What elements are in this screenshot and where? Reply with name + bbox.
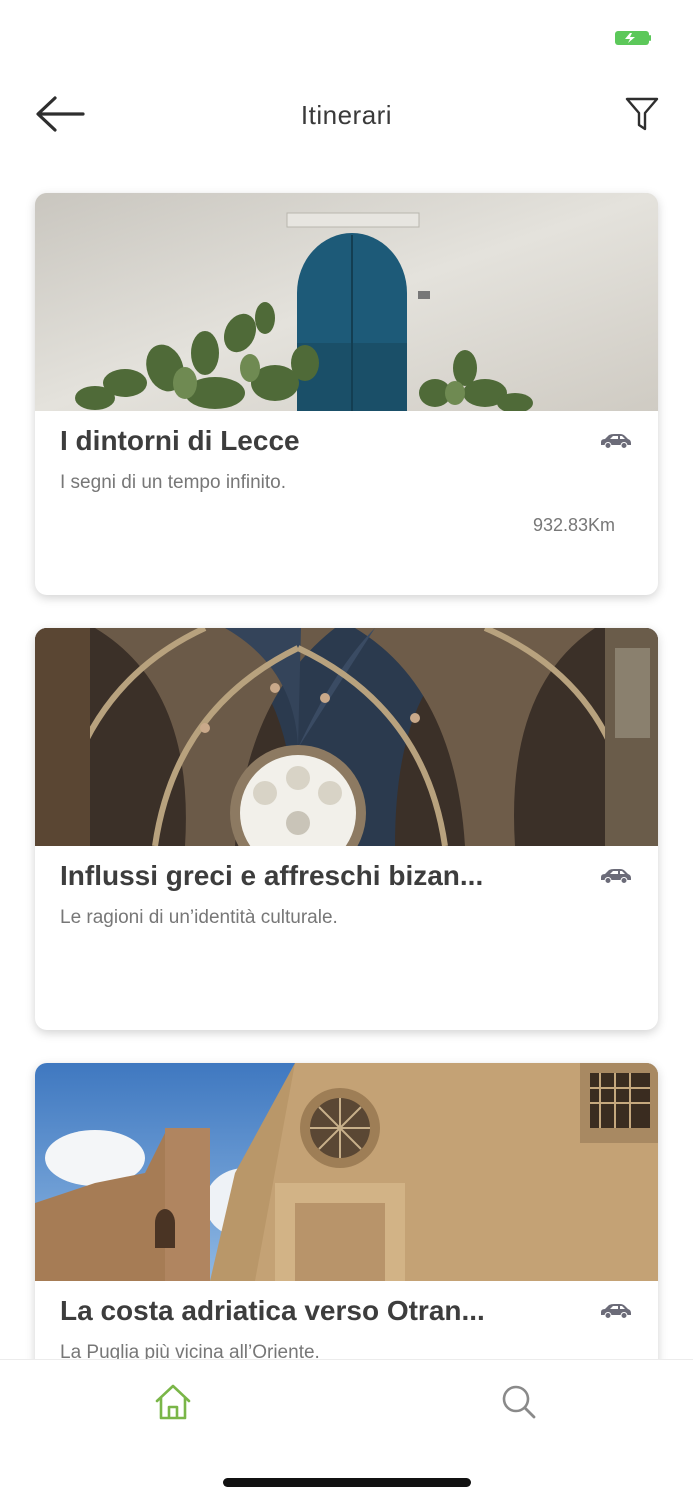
itinerary-title: La costa adriatica verso Otran...	[60, 1295, 485, 1326]
itinerary-card[interactable]: Influssi greci e affreschi bizan... Le r…	[35, 628, 658, 1030]
car-icon	[599, 1303, 633, 1319]
itinerary-subtitle: Le ragioni di un’identità culturale.	[60, 907, 338, 928]
itinerary-image-lecce	[35, 193, 658, 411]
tab-bar	[0, 1359, 693, 1500]
status-bar	[0, 0, 693, 70]
search-icon	[501, 1384, 537, 1425]
itinerary-subtitle: I segni di un tempo infinito.	[60, 472, 287, 493]
itinerary-list: I dintorni di Lecce I segni di un tempo …	[35, 193, 658, 1498]
home-indicator	[223, 1478, 471, 1487]
itinerary-card[interactable]: I dintorni di Lecce I segni di un tempo …	[35, 193, 658, 595]
battery-charging-icon	[615, 31, 651, 45]
car-icon	[599, 868, 633, 884]
itinerary-title: Influssi greci e affreschi bizan...	[60, 860, 484, 891]
tab-home[interactable]	[151, 1382, 195, 1426]
filter-button[interactable]	[618, 94, 666, 138]
itinerary-image-otranto	[35, 1063, 658, 1281]
filter-icon	[625, 96, 659, 137]
home-icon	[153, 1383, 193, 1426]
itinerary-title: I dintorni di Lecce	[60, 425, 300, 456]
tab-search[interactable]	[497, 1382, 541, 1426]
itinerary-distance: 932.83Km	[532, 515, 615, 535]
car-icon	[599, 433, 633, 449]
page-title: Itinerari	[300, 100, 393, 130]
itinerary-image-frescoes	[35, 628, 658, 846]
header: Itinerari	[0, 80, 693, 152]
